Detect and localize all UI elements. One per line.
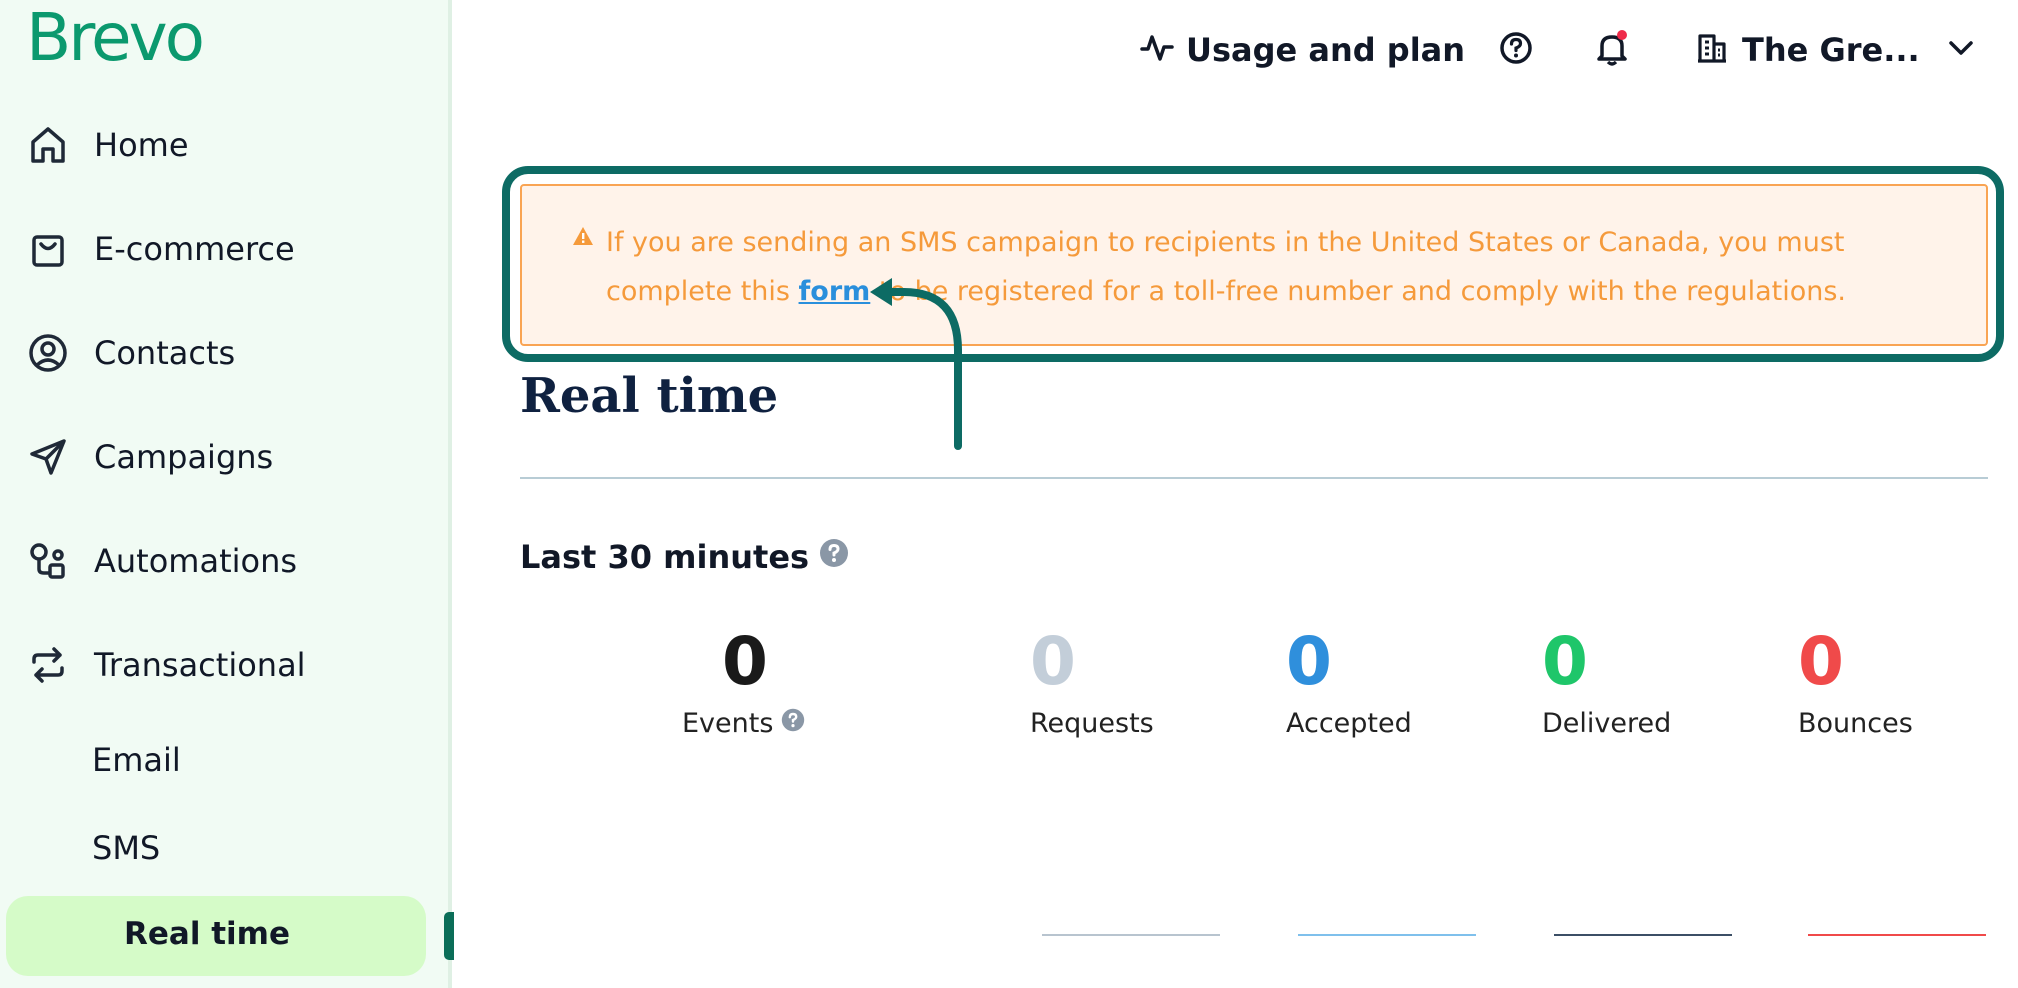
sidebar-item-contacts[interactable]: Contacts [26,323,235,383]
account-selector[interactable]: The Gre... [1696,28,1974,72]
sidebar-item-home[interactable]: Home [26,115,189,175]
stat-value: 0 [722,623,768,700]
stat-delivered: 0 Delivered [1542,622,1671,739]
sidebar-item-label: Automations [94,542,298,580]
shopping-bag-icon [26,227,70,271]
stat-label: Requests [1030,708,1154,739]
notifications-button[interactable] [1590,28,1634,72]
stat-label-row: Events [682,708,805,739]
question-circle-icon[interactable] [781,708,805,739]
stat-requests: 0 Requests [1030,622,1154,739]
bell-icon [1594,29,1630,71]
sidebar-subitem-label: Real time [124,916,291,952]
sidebar-item-ecommerce[interactable]: E-commerce [26,219,295,279]
send-icon [26,435,70,479]
repeat-icon [26,643,70,687]
sidebar-item-label: Home [94,126,189,164]
question-circle-icon[interactable] [819,538,849,576]
brevo-logo[interactable]: Brevo [26,2,205,74]
home-icon [26,123,70,167]
bounces-chart-baseline [1808,934,1986,936]
annotation-arrow [870,278,962,450]
usage-and-plan-button[interactable]: Usage and plan [1140,28,1465,72]
section-title-text: Last 30 minutes [520,538,810,576]
sidebar-subitem-sms[interactable]: SMS [92,829,160,867]
section-title: Last 30 minutes [520,538,849,576]
activity-icon [1140,33,1174,67]
stat-bounces: 0 Bounces [1798,622,1913,739]
stat-events: 0 Events [682,622,805,739]
divider [520,477,1988,479]
sidebar-item-automations[interactable]: Automations [26,531,297,591]
help-circle-icon [1499,31,1533,69]
automation-icon [26,539,70,583]
accepted-chart-baseline [1298,934,1476,936]
building-icon [1696,32,1728,68]
chevron-down-icon [1948,40,1974,60]
stat-value: 0 [1542,623,1588,700]
sidebar-item-label: Campaigns [94,438,274,476]
annotation-highlight-box [502,166,2004,362]
delivered-chart-baseline [1554,934,1732,936]
stat-label: Accepted [1286,708,1412,739]
stat-value: 0 [1798,623,1844,700]
sidebar: Brevo Home E-commerce Contacts Campaigns… [0,0,454,988]
sidebar-item-label: Transactional [94,646,306,684]
stat-accepted: 0 Accepted [1286,622,1412,739]
usage-and-plan-label: Usage and plan [1186,31,1466,69]
stat-label: Delivered [1542,708,1672,739]
sidebar-subitem-email[interactable]: Email [92,741,181,779]
sidebar-item-label: Contacts [94,334,236,372]
help-button[interactable] [1494,28,1538,72]
user-circle-icon [26,331,70,375]
requests-chart-baseline [1042,934,1220,936]
sidebar-subitem-real-time[interactable]: Real time [6,896,426,976]
stat-value: 0 [1286,623,1332,700]
account-name: The Gre... [1742,31,1920,69]
sidebar-item-transactional[interactable]: Transactional [26,635,306,695]
stat-label: Events [682,708,774,739]
active-indicator [444,912,454,960]
page-title: Real time [520,368,779,424]
stat-label: Bounces [1798,708,1913,739]
stat-value: 0 [1030,623,1076,700]
sidebar-item-campaigns[interactable]: Campaigns [26,427,273,487]
sidebar-item-label: E-commerce [94,230,295,268]
